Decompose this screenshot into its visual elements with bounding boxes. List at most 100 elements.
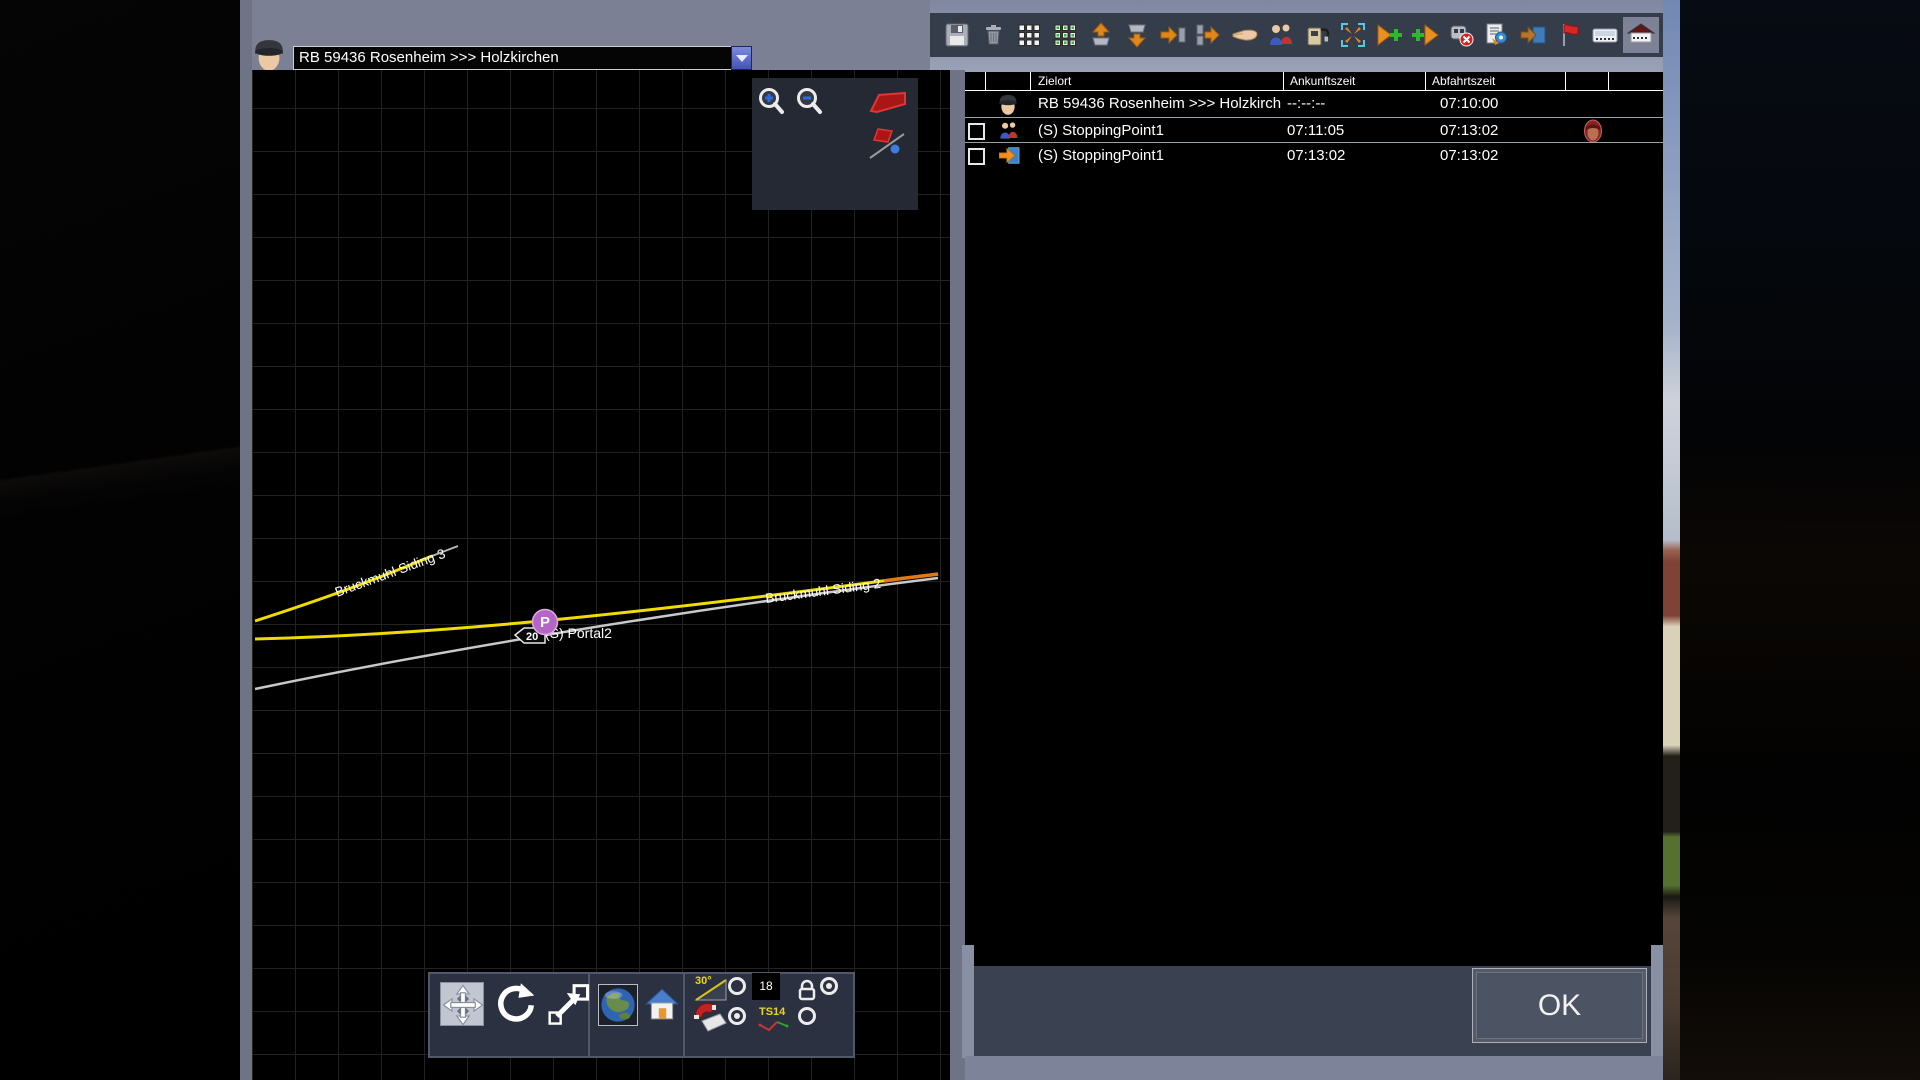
dimmed-world-shape <box>0 408 240 528</box>
column-header-zielort: Zielort <box>1038 74 1072 88</box>
column-header-ankunftszeit: Ankunftszeit <box>1290 74 1356 88</box>
load-arrow-icon <box>999 147 1020 164</box>
pick-hand-button[interactable] <box>1231 21 1259 49</box>
lock-icon <box>798 979 816 1001</box>
timetable-panel: Zielort Ankunftszeit Abfahrtszeit RB 594… <box>965 72 1663 966</box>
speed-marker-value: 20 <box>526 631 538 643</box>
move-arrows-icon <box>442 984 484 1026</box>
track-map-overlay: Bruckmuhl Siding 3 Bruckmuhl Siding 2 20… <box>254 545 939 691</box>
svg-text:TS14: TS14 <box>759 1006 786 1018</box>
save-button[interactable] <box>943 21 971 49</box>
box-arrow-icon <box>1196 24 1220 46</box>
add-stop-after-button[interactable] <box>1375 21 1403 49</box>
timetable-toolbar <box>930 13 1663 57</box>
people-icon <box>1270 24 1292 45</box>
add-stop-before-button[interactable] <box>1411 21 1439 49</box>
bottom-strip <box>965 1056 1663 1080</box>
timetable-row-service[interactable]: RB 59436 Rosenheim >>> Holzkirchen --:--… <box>965 91 1663 116</box>
magnet-radio[interactable] <box>728 1007 746 1025</box>
depot-view-button[interactable] <box>1623 17 1659 53</box>
ts14-radio[interactable] <box>798 1007 816 1025</box>
cell-abfahrtszeit: 07:13:02 <box>1440 147 1499 164</box>
driver-avatar-icon <box>255 40 283 72</box>
rotate-mode-button[interactable] <box>494 982 538 1026</box>
scale-mode-button[interactable] <box>546 982 590 1026</box>
portal-badge-letter: P <box>540 614 550 631</box>
gradient-node-icon[interactable] <box>866 122 912 164</box>
magnet-snap-icon[interactable] <box>692 1001 730 1035</box>
save-icon <box>945 23 969 47</box>
gradient-marker-icon[interactable] <box>868 90 908 116</box>
grid-view-button[interactable] <box>1015 21 1043 49</box>
scenario-editor-window: RB 59436 Rosenheim >>> Holzkirchen Bruck… <box>0 0 1920 1080</box>
fuel-pump-icon <box>1307 27 1330 46</box>
row-checkbox[interactable] <box>968 123 985 140</box>
panel-left-edge <box>240 0 252 1080</box>
gradient-radio[interactable] <box>728 977 746 995</box>
delete-button[interactable] <box>979 21 1007 49</box>
lock-radio[interactable] <box>820 977 838 995</box>
raise-button[interactable] <box>1087 21 1115 49</box>
siding3-label: Bruckmuhl Siding 3 <box>333 546 447 600</box>
column-separator <box>985 72 986 90</box>
column-header-abfahrtszeit: Abfahrtszeit <box>1432 74 1496 88</box>
cell-zielort: (S) StoppingPoint1 <box>1038 147 1164 164</box>
gradient-display-icon[interactable]: 30° <box>694 973 728 1003</box>
footer-right-edge <box>1651 945 1663 1058</box>
column-separator <box>1030 72 1031 90</box>
arrow-plus-icon <box>1377 23 1402 47</box>
dimmed-world-left <box>0 0 240 1080</box>
cell-abfahrtszeit: 07:13:02 <box>1440 122 1499 139</box>
passenger-face-icon <box>1584 119 1602 143</box>
zoom-out-icon[interactable] <box>794 86 824 118</box>
arrow-into-box-icon <box>1160 25 1186 45</box>
arrow-up-icon <box>1091 22 1111 46</box>
column-separator <box>1425 72 1426 90</box>
zoom-level-value: 18 <box>752 973 780 1000</box>
cancel-service-button[interactable] <box>1447 21 1475 49</box>
display-panel-button[interactable] <box>1591 21 1619 49</box>
ok-button[interactable]: OK <box>1472 968 1647 1043</box>
insert-left-button[interactable] <box>1195 21 1223 49</box>
depot-icon <box>1627 23 1655 43</box>
rotate-icon <box>498 983 535 1022</box>
world-view-button[interactable] <box>598 984 638 1026</box>
dropdown-arrow-button[interactable] <box>731 46 752 70</box>
go-to-service-button[interactable] <box>1519 21 1547 49</box>
footer-left-edge <box>962 945 974 1058</box>
timetable-row-stop2[interactable]: (S) StoppingPoint1 07:13:02 07:13:02 <box>965 143 1663 168</box>
timetable-row-stop1[interactable]: (S) StoppingPoint1 07:11:05 07:13:02 <box>965 118 1663 143</box>
lower-button[interactable] <box>1123 21 1151 49</box>
cell-ankunftszeit: --:--:-- <box>1287 95 1326 112</box>
toolbar-divider <box>683 974 685 1056</box>
cell-zielort: (S) StoppingPoint1 <box>1038 122 1164 139</box>
couple-button[interactable] <box>1339 21 1367 49</box>
refuel-button[interactable] <box>1303 21 1331 49</box>
grid-icon <box>1018 24 1040 46</box>
arrow-down-icon <box>1127 24 1147 48</box>
insert-right-button[interactable] <box>1159 21 1187 49</box>
row-checkbox[interactable] <box>968 148 985 165</box>
panel-divider <box>950 70 965 1080</box>
passengers-icon <box>1000 122 1018 139</box>
home-view-button[interactable] <box>644 986 680 1022</box>
column-separator <box>1283 72 1284 90</box>
cell-abfahrtszeit: 07:10:00 <box>1440 95 1499 112</box>
trash-icon <box>986 25 1001 45</box>
red-flag-icon <box>1563 24 1579 46</box>
scale-icon <box>548 984 590 1025</box>
flag-event-button[interactable] <box>1555 21 1583 49</box>
pan-mode-button[interactable] <box>440 982 484 1026</box>
driver-icon <box>999 94 1017 115</box>
ts14-marker-icon: TS14 <box>758 1006 789 1032</box>
crew-button[interactable] <box>1267 21 1295 49</box>
zoom-in-icon[interactable] <box>756 86 786 118</box>
world-view-strip <box>1663 0 1680 1080</box>
column-separator <box>1565 72 1566 90</box>
service-properties-button[interactable] <box>1483 21 1511 49</box>
service-selector-dropdown[interactable]: RB 59436 Rosenheim >>> Holzkirchen <box>293 46 737 70</box>
cell-ankunftszeit: 07:13:02 <box>1287 147 1346 164</box>
house-icon <box>644 988 680 1020</box>
grid-view-green-button[interactable] <box>1051 21 1079 49</box>
converge-arrows-icon <box>1341 23 1365 47</box>
